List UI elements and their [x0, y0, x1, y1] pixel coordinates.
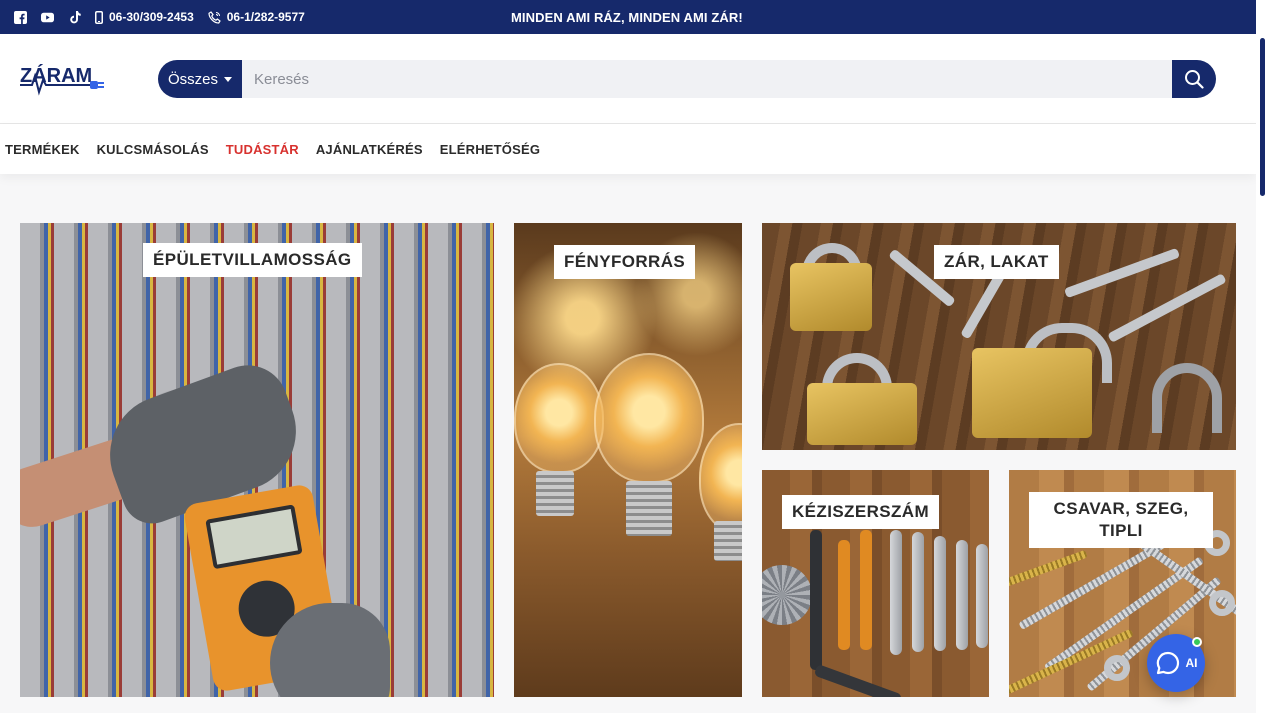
- chisel-image: [813, 663, 903, 697]
- nav-item-ajanlatkeres[interactable]: AJÁNLATKÉRÉS: [316, 142, 423, 157]
- padlock-shackle: [1152, 363, 1222, 433]
- page-scrollbar[interactable]: [1256, 0, 1268, 713]
- caret-down-icon: [224, 76, 232, 82]
- screwdriver-image: [810, 530, 822, 670]
- wrench-image: [934, 536, 946, 651]
- top-bar: 06-30/309-2453 06-1/282-9577 MINDEN AMI …: [0, 0, 1256, 34]
- bulb-image: [514, 363, 604, 473]
- svg-text:ZÁRAM: ZÁRAM: [20, 64, 92, 87]
- scrollbar-thumb[interactable]: [1260, 38, 1265, 196]
- phone-call-icon: [208, 10, 221, 24]
- online-status-dot: [1192, 637, 1202, 647]
- youtube-icon[interactable]: [41, 11, 54, 24]
- category-tile-epuletvillamossag[interactable]: ÉPÜLETVILLAMOSSÁG: [20, 223, 494, 697]
- facebook-icon[interactable]: [14, 10, 27, 24]
- category-label: CSAVAR, SZEG, TIPLI: [1029, 492, 1213, 548]
- category-label: ZÁR, LAKAT: [934, 245, 1059, 279]
- mobile-phone[interactable]: 06-30/309-2453: [95, 10, 194, 24]
- category-label: ÉPÜLETVILLAMOSSÁG: [143, 243, 362, 277]
- search-icon: [1185, 70, 1204, 89]
- main-nav: TERMÉKEK KULCSMÁSOLÁS TUDÁSTÁR AJÁNLATKÉ…: [0, 124, 1256, 174]
- header: ZÁRAM Összes: [0, 34, 1256, 124]
- bulb-base-image: [536, 471, 574, 516]
- category-tile-keziszerszam[interactable]: KÉZISZERSZÁM: [762, 470, 989, 697]
- saw-blade-image: [762, 565, 812, 625]
- search-input[interactable]: [242, 60, 1172, 98]
- nut-image: [1104, 655, 1130, 681]
- search-category-dropdown[interactable]: Összes: [158, 60, 242, 98]
- search-bar: Összes: [158, 60, 1216, 98]
- landline-phone-number: 06-1/282-9577: [226, 10, 305, 24]
- category-tile-fenyforras[interactable]: FÉNYFORRÁS: [514, 223, 742, 697]
- slogan: MINDEN AMI RÁZ, MINDEN AMI ZÁR!: [511, 10, 743, 25]
- padlock-image: [972, 348, 1092, 438]
- category-label: FÉNYFORRÁS: [554, 245, 696, 279]
- nav-item-termekek[interactable]: TERMÉKEK: [5, 142, 80, 157]
- category-label: KÉZISZERSZÁM: [782, 495, 940, 529]
- chat-bubble-icon: [1156, 651, 1179, 675]
- bulb-image: [699, 423, 742, 533]
- screwdriver-image: [838, 540, 850, 650]
- wrench-image: [890, 530, 902, 655]
- key-image: [1107, 273, 1227, 343]
- multimeter-screen: [205, 504, 303, 570]
- site-logo[interactable]: ZÁRAM: [20, 62, 106, 96]
- logo-mark: ZÁRAM: [20, 64, 104, 96]
- mobile-phone-icon: [95, 10, 103, 24]
- search-category-label: Összes: [167, 70, 218, 88]
- padlock-image: [807, 383, 917, 445]
- ai-chat-label: AI: [1185, 656, 1198, 670]
- ai-chat-button[interactable]: AI: [1147, 634, 1205, 692]
- tiktok-icon[interactable]: [68, 10, 81, 24]
- landline-phone[interactable]: 06-1/282-9577: [208, 10, 305, 24]
- bulb-base-image: [714, 521, 742, 561]
- wrench-image: [976, 544, 988, 648]
- nav-item-tudastar[interactable]: TUDÁSTÁR: [226, 142, 299, 157]
- nut-image: [1209, 590, 1235, 616]
- nav-item-kulcsmasolas[interactable]: KULCSMÁSOLÁS: [97, 142, 209, 157]
- top-bar-contacts: 06-30/309-2453 06-1/282-9577: [0, 10, 305, 24]
- padlock-image: [790, 263, 872, 331]
- bulb-base-image: [626, 481, 672, 536]
- wrench-image: [912, 532, 924, 652]
- screw-image: [1009, 549, 1088, 589]
- search-button[interactable]: [1172, 60, 1216, 98]
- bulb-image: [594, 353, 704, 483]
- screwdriver-image: [860, 530, 872, 650]
- nav-item-elerhetoseg[interactable]: ELÉRHETŐSÉG: [440, 142, 540, 157]
- key-image: [1063, 247, 1181, 299]
- mobile-phone-number: 06-30/309-2453: [109, 10, 194, 24]
- category-tile-zar-lakat[interactable]: ZÁR, LAKAT: [762, 223, 1236, 450]
- wrench-image: [956, 540, 968, 650]
